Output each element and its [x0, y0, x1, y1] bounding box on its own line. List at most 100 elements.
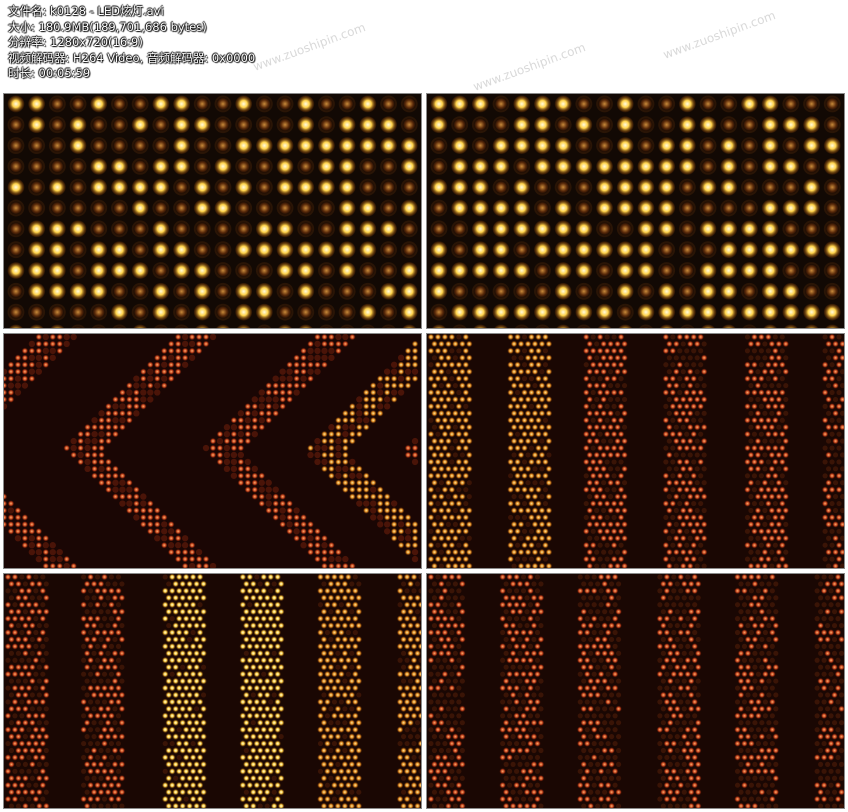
led-dot: [502, 622, 510, 629]
led-dot: [555, 95, 572, 112]
led-dot: [676, 361, 683, 368]
led-dot: [349, 493, 356, 500]
led-dot: [507, 768, 513, 774]
thumbnail-6[interactable]: [426, 573, 845, 809]
led-dot: [264, 761, 271, 768]
led-dot: [197, 602, 203, 608]
led-dot: [584, 587, 591, 595]
led-dot: [615, 747, 622, 754]
led-dot: [782, 437, 789, 445]
led-dot: [762, 685, 768, 691]
led-dot: [738, 747, 744, 754]
led-dot: [246, 726, 254, 733]
led-dot: [112, 430, 119, 438]
led-dot: [319, 284, 333, 298]
led-dot: [466, 562, 473, 568]
led-dot: [162, 643, 169, 650]
led-dot: [742, 201, 756, 215]
led-dot: [140, 507, 147, 514]
led-dot: [22, 678, 28, 684]
led-dot: [182, 754, 190, 761]
led-dot: [397, 368, 405, 375]
led-dot: [701, 466, 707, 472]
led-dot: [189, 754, 197, 761]
led-dot: [111, 650, 119, 657]
led-dot: [173, 775, 179, 781]
led-dot: [818, 595, 824, 601]
led-dot: [545, 479, 553, 486]
led-dot: [670, 417, 676, 423]
led-dot: [317, 574, 324, 581]
led-dot: [181, 340, 189, 348]
led-dot: [617, 200, 634, 216]
led-dot: [196, 726, 204, 733]
led-dot: [182, 698, 190, 706]
thumbnail-2[interactable]: [426, 93, 845, 329]
led-dot: [410, 601, 418, 608]
led-dot: [741, 643, 748, 649]
led-dot: [835, 555, 843, 563]
led-dot: [438, 493, 445, 500]
led-dot: [257, 788, 264, 796]
thumbnail-3[interactable]: [3, 333, 422, 569]
led-dot: [775, 396, 782, 403]
led-dot: [174, 542, 182, 549]
led-dot: [671, 685, 677, 691]
led-dot: [601, 677, 608, 685]
led-dot: [542, 487, 549, 493]
led-dot: [445, 678, 451, 684]
led-dot: [25, 684, 33, 692]
led-dot: [545, 410, 553, 417]
led-dot: [680, 507, 687, 514]
led-dot: [431, 424, 438, 430]
led-dot: [39, 587, 46, 595]
led-dot: [534, 740, 541, 747]
led-dot: [751, 487, 758, 493]
led-dot: [607, 410, 614, 417]
led-dot: [825, 284, 839, 298]
led-dot: [445, 535, 452, 542]
led-dot: [111, 761, 119, 768]
led-dot: [678, 657, 684, 663]
led-dot: [4, 768, 12, 775]
led-dot: [4, 368, 8, 375]
led-dot: [805, 325, 818, 328]
led-dot: [748, 754, 755, 761]
led-dot: [196, 325, 209, 328]
thumbnail-4[interactable]: [426, 333, 845, 569]
led-dot: [595, 622, 601, 629]
led-dot: [15, 678, 22, 684]
led-dot: [36, 788, 43, 796]
led-dot: [345, 782, 352, 789]
led-dot: [279, 375, 286, 382]
led-dot: [189, 615, 197, 622]
led-dot: [660, 691, 667, 699]
led-dot: [243, 691, 250, 699]
led-dot: [839, 410, 844, 416]
led-dot: [181, 562, 189, 568]
led-dot: [594, 563, 600, 568]
led-dot: [411, 555, 419, 563]
thumbnail-1[interactable]: [3, 93, 422, 329]
led-dot: [328, 562, 335, 568]
led-dot: [516, 802, 524, 808]
led-dot: [35, 334, 43, 341]
duration-text: 时长: 00:05:59: [8, 66, 91, 81]
led-dot: [445, 437, 452, 445]
led-dot: [825, 535, 832, 541]
led-dot: [9, 325, 23, 328]
led-dot: [154, 507, 161, 514]
led-dot: [687, 382, 694, 389]
led-dot: [115, 713, 122, 719]
thumbnail-5[interactable]: [3, 573, 422, 809]
led-dot: [300, 514, 307, 521]
led-dot: [593, 451, 600, 459]
led-dot: [349, 789, 355, 795]
led-dot: [685, 643, 691, 649]
led-dot: [349, 609, 355, 615]
led-dot: [755, 480, 761, 486]
led-dot: [112, 118, 126, 132]
led-dot: [251, 430, 258, 438]
led-dot: [694, 369, 700, 375]
led-dot: [260, 712, 267, 719]
